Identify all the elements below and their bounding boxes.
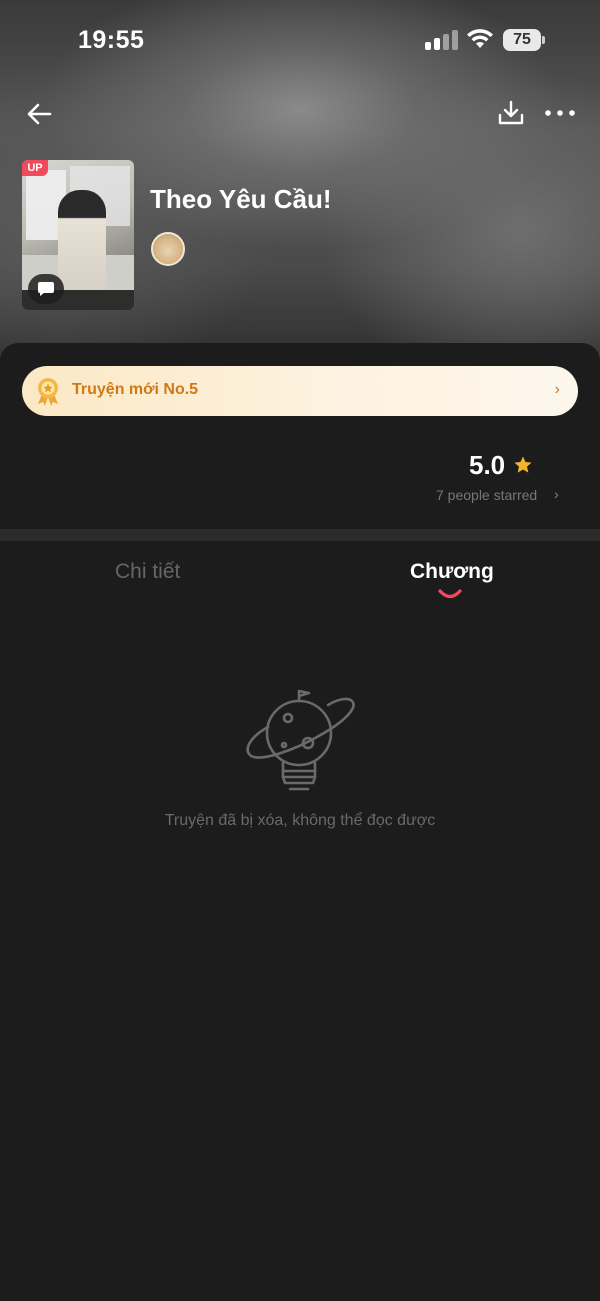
cover-art-figure bbox=[58, 190, 106, 300]
planet-bulb-icon bbox=[246, 689, 355, 791]
rank-banner[interactable]: Truyện mới No.5 › bbox=[22, 366, 578, 416]
battery-nub bbox=[542, 36, 545, 44]
empty-state-message: Truyện đã bị xóa, không thể đọc được bbox=[164, 812, 436, 829]
section-divider bbox=[0, 529, 600, 541]
rating-value: 5.0 bbox=[469, 450, 506, 480]
download-icon[interactable] bbox=[496, 98, 526, 128]
chevron-right-icon[interactable]: › bbox=[554, 486, 559, 502]
status-bar: 19:55 75 bbox=[0, 0, 600, 80]
status-time: 19:55 bbox=[78, 26, 145, 54]
book-title: Theo Yêu Cầu! bbox=[150, 184, 332, 214]
battery-indicator: 75 bbox=[503, 29, 541, 51]
back-arrow-icon[interactable] bbox=[24, 98, 56, 130]
comment-badge[interactable] bbox=[28, 274, 64, 304]
rank-label: Truyện mới No.5 bbox=[72, 381, 199, 398]
author-avatar[interactable] bbox=[151, 232, 185, 266]
more-icon[interactable] bbox=[543, 98, 577, 128]
medal-icon bbox=[38, 378, 58, 406]
wifi-icon bbox=[467, 29, 493, 48]
active-tab-indicator bbox=[438, 589, 462, 599]
tab-chapters[interactable]: Chương bbox=[410, 560, 494, 584]
cellular-signal-icon bbox=[425, 30, 459, 50]
update-badge: UP bbox=[22, 160, 48, 176]
chevron-right-icon: › bbox=[554, 381, 560, 398]
tab-details[interactable]: Chi tiết bbox=[115, 560, 180, 584]
comment-icon bbox=[38, 282, 54, 296]
rating-count[interactable]: 7 people starred bbox=[436, 487, 537, 503]
star-icon bbox=[514, 456, 532, 473]
